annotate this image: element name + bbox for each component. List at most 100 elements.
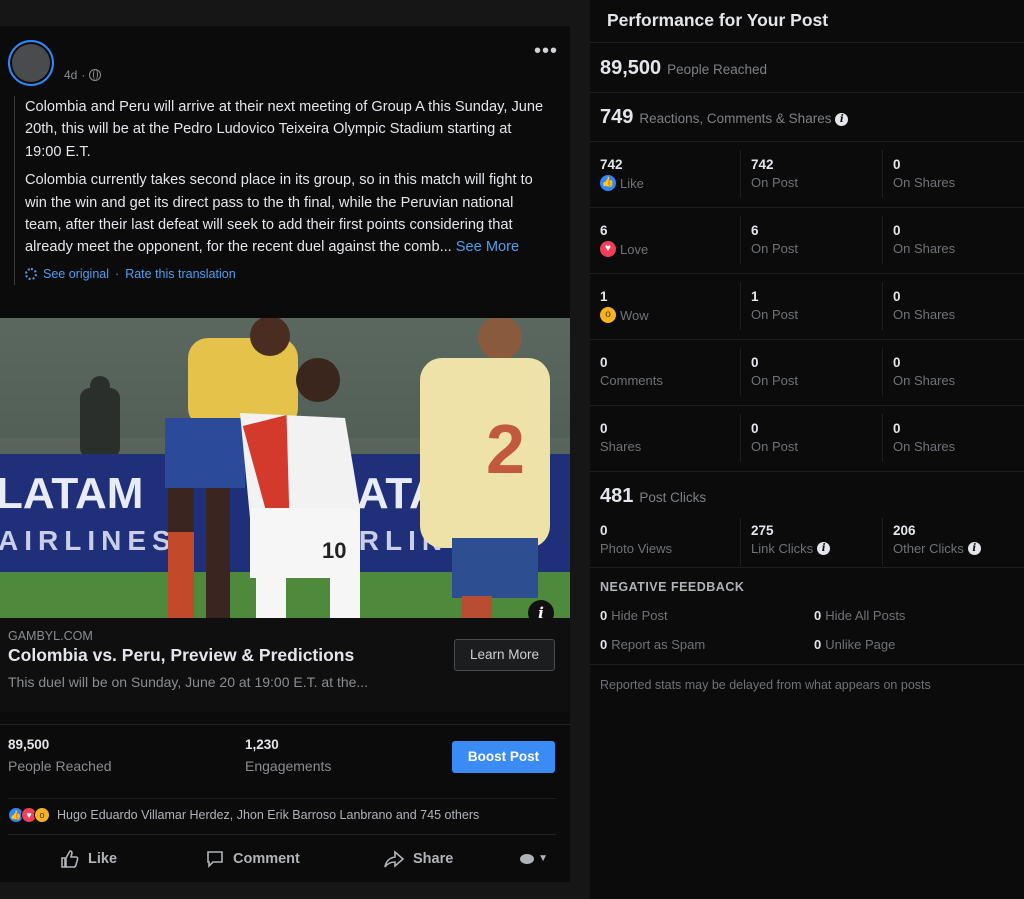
rcs-value: 749 — [600, 106, 634, 128]
translation-row: See original · Rate this translation — [25, 263, 548, 285]
breakdown-row-shares: 0 Shares 0 On Post 0 On Shares — [590, 405, 1024, 471]
divider — [590, 567, 1024, 568]
report-spam-stat: 0 Report as Spam — [600, 637, 705, 652]
reactors-text[interactable]: Hugo Eduardo Villamar Herdez, Jhon Erik … — [57, 808, 479, 822]
like-icon: 👍 — [600, 175, 616, 191]
match-photo-illustration: LATAM AIRLINES LATA IRLIN 10 2 — [0, 318, 570, 618]
reach-value: 89,500 — [8, 737, 50, 752]
shares-on-post: 0 — [751, 421, 759, 436]
comment-button[interactable]: Comment — [205, 849, 300, 869]
reactions-summary[interactable]: 👍 ♥ o Hugo Eduardo Villamar Herdez, Jhon… — [8, 798, 556, 828]
wow-label-text: Wow — [620, 307, 649, 323]
link-clicks-value: 275 — [751, 523, 774, 538]
love-label-text: Love — [620, 241, 649, 257]
divider — [590, 471, 1024, 472]
boost-post-button[interactable]: Boost Post — [452, 741, 555, 773]
people-reached-label: People Reached — [667, 62, 767, 77]
hide-all-value: 0 — [814, 608, 822, 623]
spam-label: Report as Spam — [611, 637, 706, 652]
engagements-stat[interactable]: 1,230 Engagements — [245, 737, 331, 774]
post-photo[interactable]: LATAM AIRLINES LATA IRLIN 10 2 i — [0, 318, 570, 618]
engagements-value: 1,230 — [245, 737, 279, 752]
photo-views-value: 0 — [600, 523, 608, 538]
column-divider — [882, 216, 883, 264]
on-shares-label: On Shares — [893, 307, 956, 322]
info-icon[interactable]: i — [817, 542, 831, 555]
like-label: Like — [88, 851, 118, 867]
like-on-post-cell: 742 On Post — [751, 157, 798, 190]
unlike-value: 0 — [814, 637, 822, 652]
photo-views-label: Photo Views — [600, 541, 673, 556]
other-clicks-label-text: Other Clicks — [893, 541, 964, 556]
comments-label: Comments — [600, 373, 663, 388]
sponsor-text: AIRLINES — [0, 525, 177, 556]
column-divider — [882, 518, 883, 566]
like-label: 👍 Like — [600, 175, 644, 191]
wow-on-shares-cell: 0 On Shares — [893, 289, 955, 322]
like-button[interactable]: Like — [60, 849, 117, 869]
divider — [590, 42, 1024, 43]
more-options-button[interactable]: ••• — [534, 41, 558, 61]
post-insights-summary: 89,500 People Reached 1,230 Engagements … — [0, 724, 570, 784]
breakdown-row-comments: 0 Comments 0 On Post 0 On Shares — [590, 339, 1024, 405]
gear-icon — [25, 268, 37, 281]
globe-icon — [89, 69, 102, 81]
hide-all-posts-stat: 0 Hide All Posts — [814, 608, 905, 623]
link-domain: GAMBYL.COM — [8, 629, 93, 643]
wow-on-post-cell: 1 On Post — [751, 289, 798, 322]
negative-feedback-title: NEGATIVE FEEDBACK — [600, 580, 745, 594]
spam-value: 0 — [600, 637, 608, 652]
share-label: Share — [413, 851, 454, 867]
panel-title: Performance for Your Post — [607, 10, 829, 30]
reach-stat[interactable]: 89,500 People Reached — [8, 737, 112, 774]
breakdown-row-wow: 1 o Wow 1 On Post 0 On Shares — [590, 273, 1024, 339]
learn-more-button[interactable]: Learn More — [454, 639, 555, 671]
on-shares-label: On Shares — [893, 373, 956, 388]
stats-delay-note: Reported stats may be delayed from what … — [600, 678, 931, 692]
info-icon[interactable]: i — [967, 542, 981, 555]
column-divider — [882, 348, 883, 396]
rate-translation-link[interactable]: Rate this translation — [125, 263, 235, 285]
other-clicks-label: Other Clicks i — [893, 541, 981, 556]
love-label: ♥ Love — [600, 241, 648, 257]
comments-on-post: 0 — [751, 355, 759, 370]
comment-label: Comment — [233, 851, 300, 867]
post-card: 4d · ••• Colombia and Peru will arrive a… — [0, 26, 570, 882]
shares-total: 0 — [600, 421, 608, 436]
see-original-link[interactable]: See original — [43, 263, 109, 285]
like-on-shares-cell: 0 On Shares — [893, 157, 955, 190]
post-header: 4d · ••• — [8, 40, 562, 90]
on-shares-label: On Shares — [893, 439, 956, 454]
wow-label: o Wow — [600, 307, 649, 323]
avatar[interactable] — [8, 40, 54, 86]
info-icon[interactable]: i — [835, 112, 849, 126]
link-clicks-label-text: Link Clicks — [751, 541, 814, 556]
jersey-number: 2 — [486, 410, 525, 488]
performance-panel: Performance for Your Post 89,500 People … — [590, 0, 1024, 899]
hide-post-value: 0 — [600, 608, 608, 623]
photo-views-cell: 0 Photo Views — [600, 523, 672, 556]
audience-selector[interactable]: ▼ — [520, 853, 548, 864]
rcs-label: Reactions, Comments & Shares i — [639, 111, 849, 126]
love-icon: ♥ — [600, 241, 616, 257]
comments-on-shares: 0 — [893, 355, 901, 370]
share-button[interactable]: Share — [383, 849, 453, 869]
post-body: Colombia and Peru will arrive at their n… — [14, 96, 548, 286]
hide-all-label: Hide All Posts — [825, 608, 906, 623]
wow-on-post: 1 — [751, 289, 759, 304]
love-total: 6 — [600, 223, 608, 238]
post-paragraph-1: Colombia and Peru will arrive at their n… — [25, 99, 544, 160]
post-time[interactable]: 4d — [64, 68, 77, 82]
see-more-link[interactable]: See More — [456, 239, 519, 255]
column-divider — [882, 414, 883, 462]
link-clicks-label: Link Clicks i — [751, 541, 831, 556]
comment-icon — [207, 851, 223, 868]
reactions-comments-shares-stat: 749 Reactions, Comments & Shares i — [600, 106, 849, 129]
other-clicks-value: 206 — [893, 523, 916, 538]
link-preview[interactable]: GAMBYL.COM Colombia vs. Peru, Preview & … — [0, 618, 570, 712]
link-title[interactable]: Colombia vs. Peru, Preview & Predictions — [8, 645, 354, 666]
on-shares-label: On Shares — [893, 241, 956, 256]
engagements-label: Engagements — [245, 758, 332, 774]
wow-on-shares: 0 — [893, 289, 901, 304]
love-on-post-cell: 6 On Post — [751, 223, 798, 256]
